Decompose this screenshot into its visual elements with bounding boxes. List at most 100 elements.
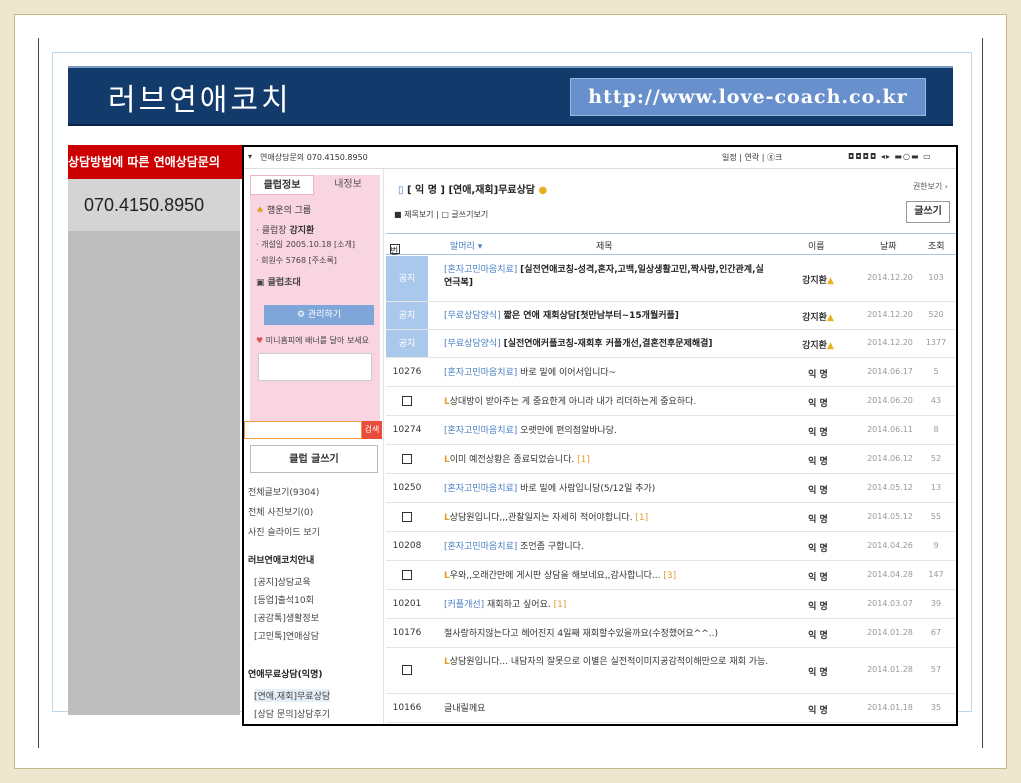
view-count: 520: [928, 310, 944, 319]
table-row[interactable]: 공지 [무료상담양식] [실전연애커플코칭-재회후 커플개선,결혼전후문제해결] 강…: [386, 330, 956, 358]
section-free-consult-heading[interactable]: 연애무료상담(익명): [248, 667, 322, 680]
table-row[interactable]: 10208 [혼자고민마음치료] 조언좀 구합니다. 익 명 2014.04.26 9: [386, 532, 956, 561]
write-button[interactable]: 글쓰기: [906, 201, 950, 223]
comment-count[interactable]: [1]: [635, 513, 648, 523]
table-row[interactable]: 10274 [혼자고민마음치료] 오랫만에 편의점알바나당. 익 명 2014.06.…: [386, 416, 956, 445]
post-category[interactable]: [혼자고민마음치료]: [444, 542, 517, 552]
row-checkbox[interactable]: [402, 453, 412, 464]
post-subject-link[interactable]: 조언좀 구합니다.: [520, 542, 584, 552]
dropdown-icon[interactable]: ▾: [248, 152, 252, 161]
comment-count[interactable]: [3]: [663, 571, 676, 581]
header-count: 조회: [928, 242, 945, 252]
search-input[interactable]: [244, 421, 362, 439]
sidebar-item-free-consult[interactable]: [연애,재회]무료상담: [254, 689, 331, 702]
site-url-link[interactable]: http://www.love-coach.co.kr: [570, 78, 926, 116]
search-button[interactable]: 검색: [362, 421, 382, 439]
table-row[interactable]: 10166 글내릴께요 익 명 2014.01.18 35: [386, 694, 956, 723]
tab-club-info[interactable]: 클럽정보: [250, 175, 314, 195]
row-checkbox[interactable]: [402, 665, 412, 675]
master-name-link[interactable]: 강지환: [289, 226, 314, 236]
view-options[interactable]: ■ 제목보기 | □ 글쓰기보기: [394, 209, 488, 220]
all-photos-link[interactable]: 전체 사진보기(0): [248, 505, 313, 518]
author-name[interactable]: 익 명: [788, 396, 848, 409]
post-subject-link[interactable]: 상담원입니다,,,관찰일지는 자세히 적어야합니다.: [450, 513, 633, 523]
post-number: 공지: [386, 256, 428, 301]
author-name[interactable]: 익 명: [788, 570, 848, 583]
post-category[interactable]: [혼자고민마음치료]: [444, 484, 517, 494]
table-row[interactable]: L이미 예전상황은 종료되었습니다. [1] 익 명 2014.06.12 52: [386, 445, 956, 474]
tab-my-info[interactable]: 내정보: [316, 175, 380, 195]
sidebar-item-notice[interactable]: [공지]상담교육: [254, 575, 311, 588]
table-row[interactable]: 공지 [혼자고민마음치료] [실전연애코칭-성격,혼자,고백,일상생활고민,짝사랑…: [386, 256, 956, 302]
author-name[interactable]: 강지환▲: [788, 273, 848, 286]
author-name[interactable]: 익 명: [788, 628, 848, 641]
comment-count[interactable]: [1]: [554, 600, 567, 610]
permission-link[interactable]: 권한보기 ›: [913, 181, 948, 192]
author-name[interactable]: 익 명: [788, 483, 848, 496]
post-subject-link[interactable]: 짧은 연애 재회상담[첫만남부터~15개월커플]: [504, 311, 679, 321]
table-row[interactable]: 10276 [혼자고민마음치료] 바로 밑에 이어서입니다~ 익 명 2014.06.…: [386, 358, 956, 387]
club-banner-image[interactable]: [258, 353, 372, 381]
table-header: 번호 말머리 ▾ 제목 이름 날짜 조회: [386, 233, 956, 270]
author-name[interactable]: 익 명: [788, 703, 848, 716]
author-name[interactable]: 익 명: [788, 665, 848, 678]
row-checkbox[interactable]: [402, 569, 412, 580]
section-guide-heading[interactable]: 러브연애코치안내: [248, 553, 314, 566]
post-category[interactable]: [무료상담양식]: [444, 339, 501, 349]
table-row[interactable]: L상담원입니다... 내담자의 잘못으로 이별은 실전적이미지공감적이해만으로 …: [386, 648, 956, 694]
table-row[interactable]: 10201 [커플개선] 재회하고 싶어요. [1] 익 명 2014.03.07 39: [386, 590, 956, 619]
table-row[interactable]: 10250 [혼자고민마음치료] 바로 밑에 사람입니당(5/12일 추가) 익 명…: [386, 474, 956, 503]
table-row[interactable]: 10176 절사랑하지않는다고 헤어진지 4일째 재회할수있을까요(수정했어요^^…: [386, 619, 956, 648]
sidebar-item-love-consult[interactable]: [고민톡]연애상담: [254, 629, 319, 642]
media-controls-icon[interactable]: ◘◘◘◘ ◂▸ ▬○▬ ▭: [848, 152, 932, 161]
post-date: 2014.06.17: [867, 366, 913, 376]
author-name[interactable]: 익 명: [788, 541, 848, 554]
row-checkbox[interactable]: [402, 511, 412, 522]
author-name[interactable]: 강지환▲: [788, 338, 848, 351]
author-name[interactable]: 익 명: [788, 425, 848, 438]
header-category-filter[interactable]: 말머리 ▾: [450, 239, 482, 252]
table-row[interactable]: L우와,,오래간만에 게시판 상담을 해보네요,,감사합니다... [3] 익 명…: [386, 561, 956, 590]
sidebar-item-levelup[interactable]: [등업]출석10회: [254, 593, 314, 606]
post-subject-link[interactable]: 절사랑하지않는다고 헤어진지 4일째 재회할수있을까요(수정했어요^^..): [444, 629, 718, 639]
post-category[interactable]: [커플개선]: [444, 600, 484, 610]
post-category[interactable]: [혼자고민마음치료]: [444, 368, 517, 378]
post-subject-link[interactable]: [실전연애커플코칭-재회후 커플개선,결혼전후문제해결]: [504, 339, 713, 349]
slideshow-link[interactable]: 사진 슬라이드 보기: [248, 525, 320, 538]
sidebar-item-life-info[interactable]: [공감톡]생활정보: [254, 611, 319, 624]
post-subject-link[interactable]: 바로 밑에 이어서입니다~: [520, 368, 616, 378]
post-subject-cell: L이미 예전상황은 종료되었습니다. [1]: [444, 454, 770, 467]
author-name[interactable]: 익 명: [788, 367, 848, 380]
comment-count[interactable]: [1]: [577, 455, 590, 465]
invite-link[interactable]: ▣ 클럽초대: [256, 275, 301, 288]
table-row[interactable]: 공지 [무료상담양식] 짧은 연애 재회상담[첫만남부터~15개월커플] 강지환▲ 2…: [386, 302, 956, 330]
post-subject-link[interactable]: 오랫만에 편의점알바나당.: [520, 426, 617, 436]
post-category[interactable]: [혼자고민마음치료]: [444, 265, 517, 275]
sidebar-item-review[interactable]: [상담 문의]상담후기: [254, 707, 330, 720]
topbar-links[interactable]: 일정 | 연락 | ⓖ크: [722, 152, 782, 163]
table-row[interactable]: L상담원입니다,,,관찰일지는 자세히 적어야합니다. [1] 익 명 2014.0…: [386, 503, 956, 532]
club-write-button[interactable]: 클럽 글쓰기: [250, 445, 378, 473]
post-subject-cell: 절사랑하지않는다고 헤어진지 4일째 재회할수있을까요(수정했어요^^..): [444, 628, 770, 641]
post-subject-link[interactable]: 상대방이 받아주는 게 중요한게 아니라 내가 리더하는게 중요하다.: [450, 397, 696, 407]
post-subject-cell: [혼자고민마음치료] 조언좀 구합니다.: [444, 541, 770, 554]
post-subject-link[interactable]: 바로 밑에 사람입니당(5/12일 추가): [520, 484, 655, 494]
manage-button[interactable]: ⚙ 관리하기: [264, 305, 374, 325]
post-date: 2014.06.20: [867, 395, 913, 405]
consult-banner[interactable]: 상담방법에 따른 연애상담문의: [68, 145, 248, 179]
author-name[interactable]: 강지환▲: [788, 310, 848, 323]
post-category[interactable]: [무료상담양식]: [444, 311, 501, 321]
author-name[interactable]: 익 명: [788, 599, 848, 612]
post-subject-link[interactable]: 글내릴께요: [444, 704, 485, 714]
author-name[interactable]: 익 명: [788, 512, 848, 525]
post-subject-link[interactable]: 상담원입니다... 내담자의 잘못으로 이별은 실전적이미지공감적이해만으로 재…: [450, 657, 768, 667]
post-number: 10201: [392, 599, 422, 609]
post-subject-link[interactable]: 이미 예전상황은 종료되었습니다.: [450, 455, 575, 465]
row-checkbox[interactable]: [402, 395, 412, 406]
post-subject-link[interactable]: 재회하고 싶어요.: [487, 600, 551, 610]
all-posts-link[interactable]: 전체글보기(9304): [248, 485, 319, 498]
post-category[interactable]: [혼자고민마음치료]: [444, 426, 517, 436]
table-row[interactable]: L상대방이 받아주는 게 중요한게 아니라 내가 리더하는게 중요하다. 익 명 2…: [386, 387, 956, 416]
author-name[interactable]: 익 명: [788, 454, 848, 467]
post-subject-link[interactable]: 우와,,오래간만에 게시판 상담을 해보네요,,감사합니다...: [450, 571, 661, 581]
